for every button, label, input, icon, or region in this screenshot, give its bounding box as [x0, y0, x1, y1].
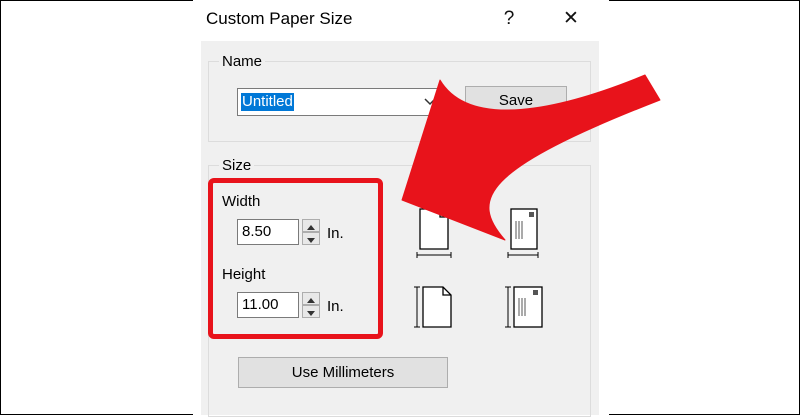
chevron-down-icon[interactable] [424, 98, 436, 106]
highlight-box [208, 178, 383, 339]
landscape-envelope-height-icon [505, 286, 543, 328]
portrait-width-icon [416, 208, 452, 258]
name-value[interactable]: Untitled [241, 93, 294, 111]
portrait-height-icon [414, 286, 452, 328]
name-group-label: Name [219, 53, 266, 70]
size-group-label: Size [219, 157, 255, 174]
help-button[interactable]: ? [494, 6, 524, 32]
name-combobox[interactable]: Untitled [237, 88, 443, 116]
close-button[interactable]: ✕ [556, 6, 586, 32]
dialog-title: Custom Paper Size [206, 9, 353, 28]
use-millimeters-button[interactable]: Use Millimeters [238, 357, 448, 388]
landscape-envelope-width-icon [507, 208, 539, 258]
save-button[interactable]: Save [465, 86, 567, 116]
